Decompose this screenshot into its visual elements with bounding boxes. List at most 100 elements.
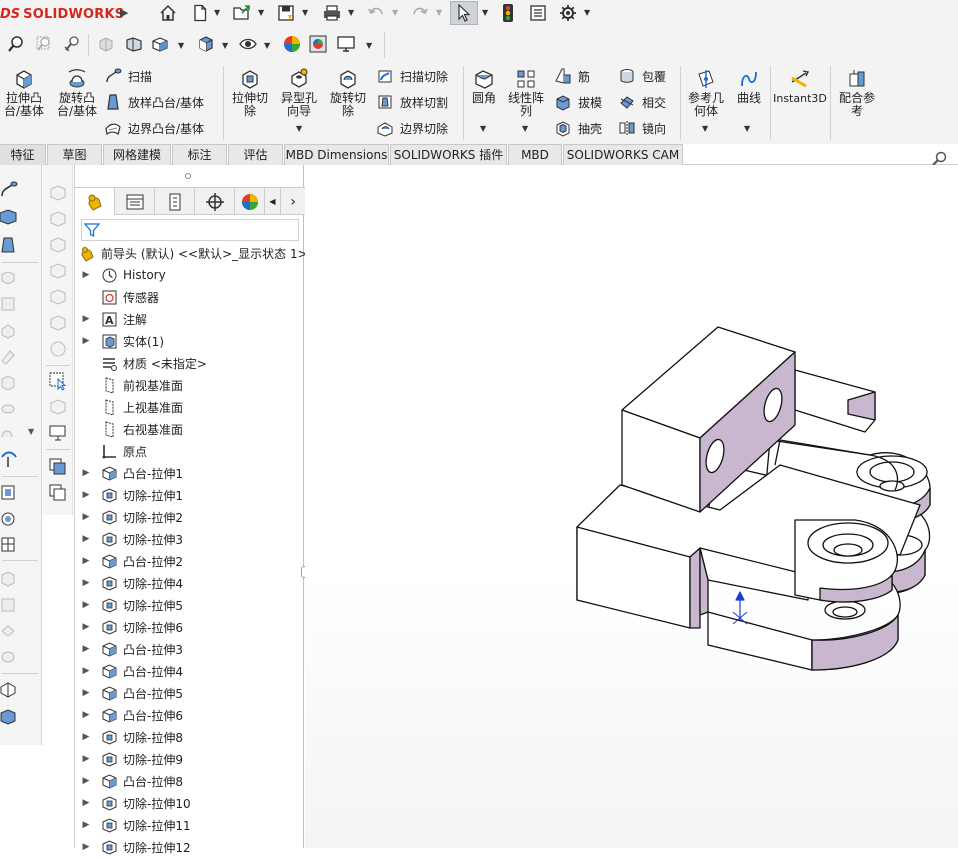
copy-tool-icon[interactable] [48,483,68,503]
shell-button[interactable]: 抽壳 [554,118,602,138]
expand-arrow-icon[interactable]: ▶ [81,732,91,742]
intersect-button[interactable]: 相交 [618,92,666,112]
faded-tool-icon[interactable] [0,347,20,367]
copy-tool-icon[interactable] [48,457,68,477]
expand-arrow-icon[interactable]: ▶ [81,622,91,632]
faded-tool-icon[interactable] [0,595,20,615]
tree-item[interactable]: ▶ 切除-拉伸10 [81,792,311,814]
wrap-button[interactable]: 包覆 [618,66,666,86]
tree-item[interactable]: ▶ 切除-拉伸5 [81,594,311,616]
tree-item[interactable]: 材质 <未指定> [81,352,311,374]
tree-item[interactable]: ▶ 凸台-拉伸3 [81,638,311,660]
expand-arrow-icon[interactable]: ▶ [81,644,91,654]
redo-icon[interactable] [410,3,430,23]
chevron-down-icon[interactable]: ▼ [28,427,34,436]
reference-icon[interactable] [0,535,20,555]
linear-pattern-button[interactable]: 线性阵 列 [504,68,548,118]
expand-arrow-icon[interactable]: ▶ [81,710,91,720]
sheet-metal-icon[interactable] [0,679,20,699]
chevron-down-icon[interactable]: ▼ [522,124,528,133]
tab-display-manager[interactable] [235,188,265,215]
expand-arrow-icon[interactable]: ▶ [81,468,91,478]
fillet-button[interactable]: 圆角 [466,68,502,105]
home-icon[interactable] [158,3,178,23]
reference-icon[interactable] [0,483,20,503]
faded-tool-icon[interactable] [0,569,20,589]
curves-button[interactable]: 曲线 [732,68,766,105]
sweep-button[interactable]: 扫描 [104,66,152,86]
faded-tool-icon[interactable] [0,321,20,341]
tab-scroll-right[interactable]: › [281,188,305,215]
tree-item[interactable]: 右视基准面 [81,418,311,440]
graphics-area[interactable] [305,165,958,848]
tab-scroll-left[interactable]: ◀ [265,188,281,215]
tab-feature-tree[interactable] [75,188,115,215]
lofted-cut-button[interactable]: 放样切割 [376,92,448,112]
tree-item[interactable]: ▶ 凸台-拉伸6 [81,704,311,726]
expand-arrow-icon[interactable]: ▶ [81,688,91,698]
tab-mbd-dimensions[interactable]: MBD Dimensions [284,144,389,165]
section-view-icon[interactable] [96,34,116,54]
tree-item[interactable]: ▶ 切除-拉伸8 [81,726,311,748]
extruded-cut-button[interactable]: 拉伸切 除 [228,68,272,118]
faded-tool-icon[interactable] [48,313,68,333]
tab-markup[interactable]: 标注 [172,144,227,165]
tree-item[interactable]: ▶ 切除-拉伸6 [81,616,311,638]
draft-side-icon[interactable] [0,235,20,255]
faded-tool-icon[interactable] [48,209,68,229]
tree-item[interactable]: 上视基准面 [81,396,311,418]
panel-drag-handle[interactable] [185,173,191,179]
faded-tool-icon[interactable] [48,183,68,203]
tree-item[interactable]: ▶ 切除-拉伸11 [81,814,311,836]
mirror-button[interactable]: 镜向 [618,118,666,138]
expand-arrow-icon[interactable]: ▶ [81,314,91,324]
open-icon[interactable] [232,3,252,23]
select-tool-icon[interactable] [48,371,68,391]
faded-tool-icon[interactable] [48,235,68,255]
chevron-down-icon[interactable]: ▼ [482,8,488,17]
chevron-down-icon[interactable]: ▼ [392,8,398,17]
reference-geometry-button[interactable]: 参考几 何体 [684,68,728,118]
save-icon[interactable] [276,3,296,23]
chevron-down-icon[interactable]: ▼ [178,41,184,50]
tree-item[interactable]: ▶ 切除-拉伸9 [81,748,311,770]
expand-arrow-icon[interactable]: ▶ [81,490,91,500]
chevron-down-icon[interactable]: ▼ [744,124,750,133]
tab-solidworks-addins[interactable]: SOLIDWORKS 插件 [390,144,507,165]
chevron-down-icon[interactable]: ▼ [214,8,220,17]
expand-arrow-icon[interactable]: ▶ [81,776,91,786]
chevron-down-icon[interactable]: ▼ [258,8,264,17]
menu-expand-icon[interactable]: ▶ [120,6,128,19]
instant3d-button[interactable]: Instant3D [773,68,827,105]
expand-arrow-icon[interactable]: ▶ [81,336,91,346]
chevron-down-icon[interactable]: ▼ [366,41,372,50]
tab-mesh-modeling[interactable]: 网格建模 [103,144,171,165]
new-document-icon[interactable] [190,3,210,23]
file-properties-icon[interactable] [528,3,548,23]
expand-arrow-icon[interactable]: ▶ [81,556,91,566]
expand-arrow-icon[interactable]: ▶ [81,666,91,676]
faded-tool-icon[interactable] [48,287,68,307]
monitor-tool-icon[interactable] [48,423,68,443]
dynamic-annotation-icon[interactable] [124,34,144,54]
tab-features[interactable]: 特征 [0,144,46,165]
tab-dimxpert-manager[interactable] [195,188,235,215]
chevron-down-icon[interactable]: ▼ [436,8,442,17]
tree-item[interactable]: ▶ 实体(1) [81,330,311,352]
tree-item[interactable]: ▶ 切除-拉伸3 [81,528,311,550]
revolved-boss-button[interactable]: 旋转凸 台/基体 [54,68,100,118]
expand-arrow-icon[interactable]: ▶ [81,534,91,544]
loft-icon[interactable] [0,207,20,227]
faded-tool-icon[interactable] [48,261,68,281]
chevron-down-icon[interactable]: ▼ [348,8,354,17]
expand-arrow-icon[interactable]: ▶ [81,578,91,588]
tree-item[interactable]: ▶ 切除-拉伸1 [81,484,311,506]
print-icon[interactable] [322,3,342,23]
revolved-cut-button[interactable]: 旋转切 除 [326,68,370,118]
tab-solidworks-cam[interactable]: SOLIDWORKS CAM [563,144,683,165]
faded-tool-icon[interactable] [0,295,20,315]
tree-item[interactable]: 原点 [81,440,311,462]
tree-item[interactable]: ▶ A 注解 [81,308,311,330]
view-orientation-icon[interactable] [150,34,170,54]
tab-configuration-manager[interactable] [155,188,195,215]
